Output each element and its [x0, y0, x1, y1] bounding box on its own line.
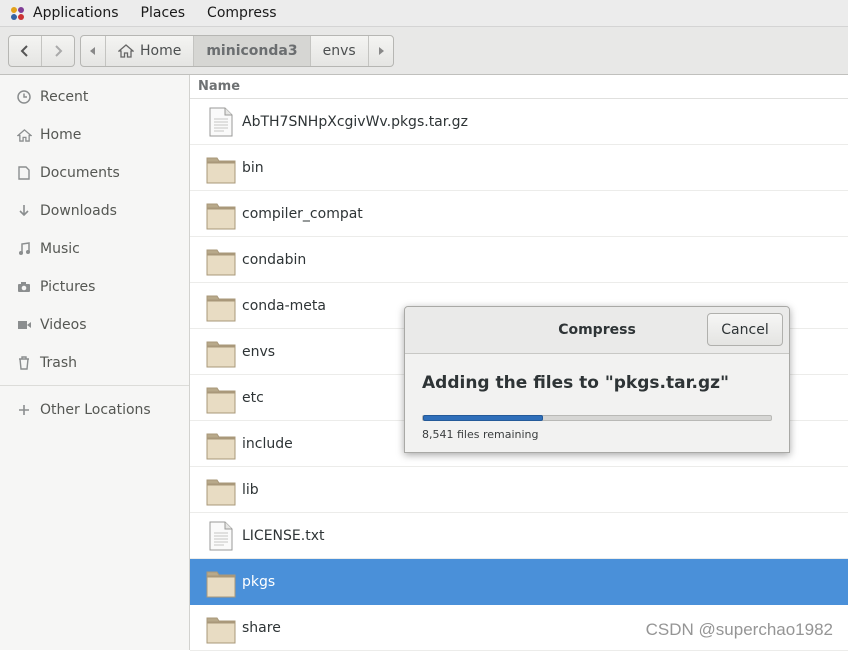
sidebar-item-documents[interactable]: Documents: [0, 154, 189, 192]
folder-icon: [206, 152, 236, 184]
sidebar-item-pictures[interactable]: Pictures: [0, 268, 189, 306]
progress-bar: [422, 415, 772, 421]
folder-icon: [206, 244, 236, 276]
sidebar-separator: [0, 385, 189, 386]
clock-icon: [16, 89, 32, 105]
camera-icon: [16, 279, 32, 295]
right-arrow-icon: [378, 47, 384, 55]
file-name: lib: [242, 481, 259, 498]
applications-menu[interactable]: Applications: [0, 0, 130, 27]
progress-message: Adding the files to "pkgs.tar.gz": [422, 373, 729, 393]
name-column-label: Name: [198, 79, 241, 94]
file-name: envs: [242, 343, 276, 360]
file-name: include: [242, 435, 293, 452]
home-icon: [16, 127, 32, 143]
folder-icon: [206, 566, 236, 598]
left-arrow-icon: [90, 47, 95, 55]
file-row[interactable]: AbTH7SNHpXcgivWv.pkgs.tar.gz: [190, 99, 848, 145]
history-buttons: [8, 35, 75, 67]
sidebar-item-label: Trash: [40, 355, 77, 371]
file-name: bin: [242, 159, 264, 176]
header-bar: Home miniconda3 envs: [0, 27, 848, 75]
video-icon: [16, 317, 32, 333]
file-icon: [206, 106, 236, 138]
file-row[interactable]: bin: [190, 145, 848, 191]
folder-icon: [206, 336, 236, 368]
trash-icon: [16, 355, 32, 371]
top-panel: Applications Places Compress: [0, 0, 848, 27]
path-envs-label: envs: [322, 43, 356, 59]
path-scroll-left-button[interactable]: [81, 36, 105, 66]
path-home-label: Home: [140, 43, 182, 59]
file-row[interactable]: lib: [190, 467, 848, 513]
sidebar-item-label: Pictures: [40, 279, 96, 295]
sidebar-item-label: Videos: [40, 317, 87, 333]
folder-icon: [206, 290, 236, 322]
back-button[interactable]: [9, 36, 41, 66]
path-home-button[interactable]: Home: [105, 36, 193, 66]
compress-dialog: Compress Cancel Adding the files to "pkg…: [404, 306, 790, 453]
file-name: share: [242, 619, 281, 636]
watermark: CSDN @superchao1982: [645, 620, 833, 639]
file-name: compiler_compat: [242, 205, 363, 222]
sidebar-item-recent[interactable]: Recent: [0, 78, 189, 116]
applications-icon: [11, 6, 24, 20]
progress-bar-fill: [423, 415, 544, 421]
places-menu[interactable]: Places: [130, 0, 197, 27]
sidebar-item-trash[interactable]: Trash: [0, 344, 189, 382]
path-scroll-right-button[interactable]: [367, 36, 393, 66]
file-name: LICENSE.txt: [242, 527, 325, 544]
progress-status: 8,541 files remaining: [422, 428, 539, 441]
dialog-body: Adding the files to "pkgs.tar.gz" 8,541 …: [405, 373, 789, 441]
forward-icon: [55, 45, 63, 57]
file-row[interactable]: LICENSE.txt: [190, 513, 848, 559]
file-row[interactable]: pkgs: [190, 559, 848, 605]
document-icon: [16, 165, 32, 181]
folder-icon: [206, 612, 236, 644]
sidebar-item-music[interactable]: Music: [0, 230, 189, 268]
folder-icon: [206, 428, 236, 460]
sidebar-item-home[interactable]: Home: [0, 116, 189, 154]
sidebar-item-label: Documents: [40, 165, 120, 181]
back-icon: [20, 45, 28, 57]
plus-icon: [16, 402, 32, 418]
compress-menu[interactable]: Compress: [196, 0, 288, 27]
path-miniconda3-button[interactable]: miniconda3: [193, 36, 310, 66]
file-name: conda-meta: [242, 297, 326, 314]
sidebar-item-label: Music: [40, 241, 80, 257]
sidebar-item-label: Recent: [40, 89, 89, 105]
path-bar: Home miniconda3 envs: [80, 35, 394, 67]
download-icon: [16, 203, 32, 219]
file-name: AbTH7SNHpXcgivWv.pkgs.tar.gz: [242, 113, 468, 130]
file-name: etc: [242, 389, 264, 406]
path-miniconda3-label: miniconda3: [206, 43, 298, 59]
forward-button[interactable]: [41, 36, 74, 66]
folder-icon: [206, 474, 236, 506]
file-row[interactable]: compiler_compat: [190, 191, 848, 237]
sidebar-item-label: Downloads: [40, 203, 117, 219]
music-icon: [16, 241, 32, 257]
cancel-button[interactable]: Cancel: [707, 313, 783, 346]
file-icon: [206, 520, 236, 552]
places-label: Places: [140, 5, 186, 21]
places-sidebar: Recent Home Documents Downloads Music Pi…: [0, 75, 190, 650]
path-envs-button[interactable]: envs: [309, 36, 368, 66]
applications-label: Applications: [33, 5, 119, 21]
sidebar-item-videos[interactable]: Videos: [0, 306, 189, 344]
sidebar-item-other-locations[interactable]: Other Locations: [0, 391, 189, 429]
sidebar-item-label: Other Locations: [40, 402, 151, 418]
home-icon: [118, 44, 134, 58]
compress-label: Compress: [207, 5, 277, 21]
folder-icon: [206, 382, 236, 414]
dialog-header: Compress Cancel: [405, 307, 789, 354]
sidebar-item-label: Home: [40, 127, 82, 143]
sidebar-item-downloads[interactable]: Downloads: [0, 192, 189, 230]
file-name: pkgs: [242, 573, 276, 590]
file-row[interactable]: condabin: [190, 237, 848, 283]
folder-icon: [206, 198, 236, 230]
name-column-header[interactable]: Name: [190, 75, 848, 99]
file-name: condabin: [242, 251, 307, 268]
